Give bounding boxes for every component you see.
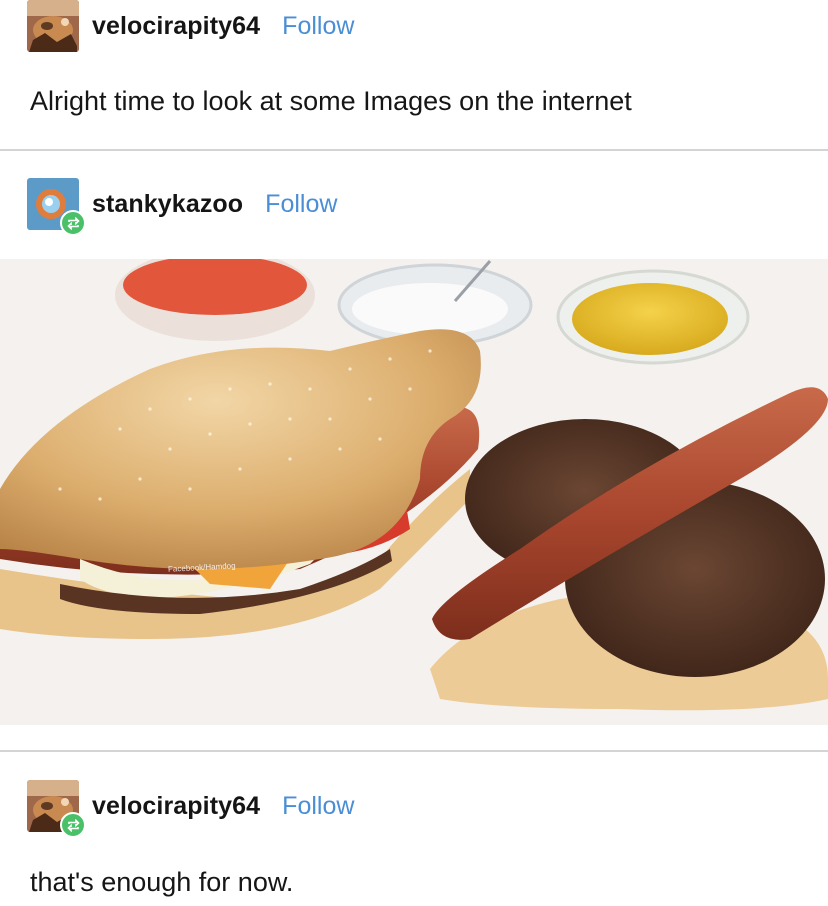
follow-button[interactable]: Follow [282,12,354,41]
post-header: velocirapity64 Follow [27,780,354,838]
divider [0,750,828,752]
avatar[interactable] [27,780,86,838]
reblog-icon [60,812,86,838]
post-header: stankykazoo Follow [27,178,337,236]
post-text: that's enough for now. [30,867,294,897]
reblog-icon [60,210,86,236]
username[interactable]: velocirapity64 [92,12,260,41]
post-text: Alright time to look at some Images on t… [30,86,632,116]
follow-button[interactable]: Follow [265,190,337,219]
username[interactable]: velocirapity64 [92,792,260,821]
follow-button[interactable]: Follow [282,792,354,821]
avatar[interactable] [27,178,86,236]
divider [0,149,828,151]
post-image: Facebook/Hamdog [0,259,828,725]
username[interactable]: stankykazoo [92,190,243,219]
post-header: velocirapity64 Follow [27,0,354,52]
avatar[interactable] [27,0,79,52]
